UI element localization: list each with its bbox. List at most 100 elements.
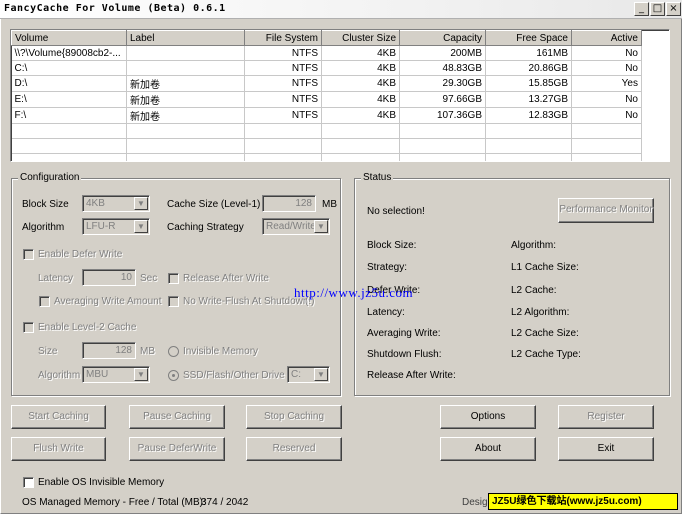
column-capacity[interactable]: Capacity	[399, 30, 486, 46]
cell-file-system: NTFS	[244, 60, 322, 76]
cell-cluster-size: 4KB	[321, 75, 400, 92]
window-title: FancyCache For Volume (Beta) 0.6.1	[4, 3, 226, 14]
caching-strategy-label: Caching Strategy	[167, 222, 244, 233]
status-release-after-write: Release After Write:	[367, 370, 456, 381]
column-free-space[interactable]: Free Space	[485, 30, 572, 46]
no-write-flush-checkbox[interactable]	[168, 296, 179, 307]
block-size-label: Block Size	[22, 199, 69, 210]
stop-caching-button[interactable]: Stop Caching	[246, 405, 342, 429]
caching-strategy-select[interactable]: Read/Write ▼	[262, 218, 330, 235]
chevron-down-icon: ▼	[134, 368, 148, 381]
empty-cell	[399, 123, 486, 139]
release-after-write-checkbox[interactable]	[168, 273, 179, 284]
column-active[interactable]: Active	[571, 30, 642, 46]
minimize-button[interactable]: _	[634, 2, 649, 16]
cache-size-input[interactable]: 128	[262, 195, 316, 212]
start-caching-button[interactable]: Start Caching	[11, 405, 106, 429]
status-l2-cache-size: L2 Cache Size:	[511, 328, 579, 339]
status-shutdown-flush: Shutdown Flush:	[367, 349, 442, 360]
table-row[interactable]: C:\ NTFS 4KB 48.83GB 20.86GB No	[11, 60, 642, 76]
about-button[interactable]: About	[440, 437, 536, 461]
column-cluster-size[interactable]: Cluster Size	[321, 30, 400, 46]
options-button[interactable]: Options	[440, 405, 536, 429]
cell-volume: F:\	[11, 107, 127, 124]
table-row	[11, 153, 642, 161]
cell-active: No	[571, 91, 642, 108]
empty-cell	[11, 123, 127, 139]
exit-button[interactable]: Exit	[558, 437, 654, 461]
latency-unit: Sec	[140, 273, 158, 284]
table-row[interactable]: \\?\Volume{89008cb2-... NTFS 4KB 200MB 161MB…	[11, 45, 642, 61]
status-averaging-write: Averaging Write:	[367, 328, 441, 339]
release-after-write-label: Release After Write	[183, 273, 269, 284]
l2-size-input[interactable]: 128	[82, 342, 136, 359]
volume-list[interactable]: Volume Label File System Cluster Size Ca…	[10, 29, 670, 162]
caching-strategy-value: Read/Write	[266, 221, 316, 232]
column-file-system[interactable]: File System	[244, 30, 322, 46]
table-row[interactable]: E:\ 新加卷 NTFS 4KB 97.66GB 13.27GB No	[11, 91, 642, 108]
cell-cluster-size: 4KB	[321, 45, 400, 61]
status-strategy: Strategy:	[367, 262, 408, 273]
cell-free-space: 12.83GB	[485, 107, 572, 124]
maximize-button[interactable]: □	[650, 2, 665, 16]
latency-input[interactable]: 10	[82, 269, 136, 286]
chevron-down-icon: ▼	[314, 220, 328, 233]
empty-cell	[399, 138, 486, 154]
status-algorithm: Algorithm:	[511, 240, 557, 251]
drive-select[interactable]: C: ▼	[287, 366, 330, 383]
column-label[interactable]: Label	[126, 30, 245, 46]
cell-capacity: 200MB	[399, 45, 486, 61]
level2-cache-label: Enable Level-2 Cache	[38, 322, 137, 333]
l2-size-label: Size	[38, 346, 58, 357]
block-size-value: 4KB	[86, 198, 105, 209]
drive-value: C:	[291, 369, 301, 380]
averaging-write-checkbox[interactable]	[39, 296, 50, 307]
cell-label: 新加卷	[126, 107, 245, 124]
cell-volume: D:\	[11, 75, 127, 92]
title-bar[interactable]: FancyCache For Volume (Beta) 0.6.1 _ □ ×	[0, 0, 682, 19]
empty-cell	[571, 123, 642, 139]
empty-cell	[485, 153, 572, 161]
os-invisible-memory-label: Enable OS Invisible Memory	[38, 477, 165, 488]
block-size-select[interactable]: 4KB ▼	[82, 195, 150, 212]
reserved-button[interactable]: Reserved	[246, 437, 342, 461]
configuration-title: Configuration	[18, 172, 82, 183]
volume-table: Volume Label File System Cluster Size Ca…	[11, 30, 642, 161]
empty-cell	[571, 153, 642, 161]
defer-write-checkbox[interactable]	[23, 249, 34, 260]
cell-active: No	[571, 107, 642, 124]
status-title: Status	[361, 172, 394, 183]
performance-monitor-button[interactable]: Performance Monitor	[558, 198, 654, 223]
algorithm-select[interactable]: LFU-R ▼	[82, 218, 150, 235]
pause-defer-write-button[interactable]: Pause DeferWrite	[129, 437, 225, 461]
cell-volume: \\?\Volume{89008cb2-...	[11, 45, 127, 61]
os-invisible-memory-checkbox[interactable]	[23, 477, 34, 488]
table-row	[11, 138, 642, 154]
cell-label	[126, 45, 245, 61]
pause-caching-button[interactable]: Pause Caching	[129, 405, 225, 429]
cell-capacity: 29.30GB	[399, 75, 486, 92]
column-volume[interactable]: Volume	[11, 30, 127, 46]
cell-cluster-size: 4KB	[321, 60, 400, 76]
status-l2-algorithm: L2 Algorithm:	[511, 307, 570, 318]
empty-cell	[321, 138, 400, 154]
ssd-flash-radio[interactable]	[168, 370, 179, 381]
l2-algorithm-select[interactable]: MBU ▼	[82, 366, 150, 383]
defer-write-label: Enable Defer Write	[38, 249, 123, 260]
close-button[interactable]: ×	[666, 2, 681, 16]
invisible-memory-radio[interactable]	[168, 346, 179, 357]
empty-cell	[126, 123, 245, 139]
empty-cell	[11, 138, 127, 154]
status-block-size: Block Size:	[367, 240, 417, 251]
table-row[interactable]: D:\ 新加卷 NTFS 4KB 29.30GB 15.85GB Yes	[11, 75, 642, 92]
empty-cell	[244, 138, 322, 154]
register-button[interactable]: Register	[558, 405, 654, 429]
table-row[interactable]: F:\ 新加卷 NTFS 4KB 107.36GB 12.83GB No	[11, 107, 642, 124]
l2-size-unit: MB	[140, 346, 155, 357]
flush-write-button[interactable]: Flush Write	[11, 437, 106, 461]
table-row	[11, 123, 642, 139]
level2-cache-checkbox[interactable]	[23, 322, 34, 333]
cell-active: No	[571, 60, 642, 76]
cell-capacity: 107.36GB	[399, 107, 486, 124]
empty-cell	[244, 123, 322, 139]
